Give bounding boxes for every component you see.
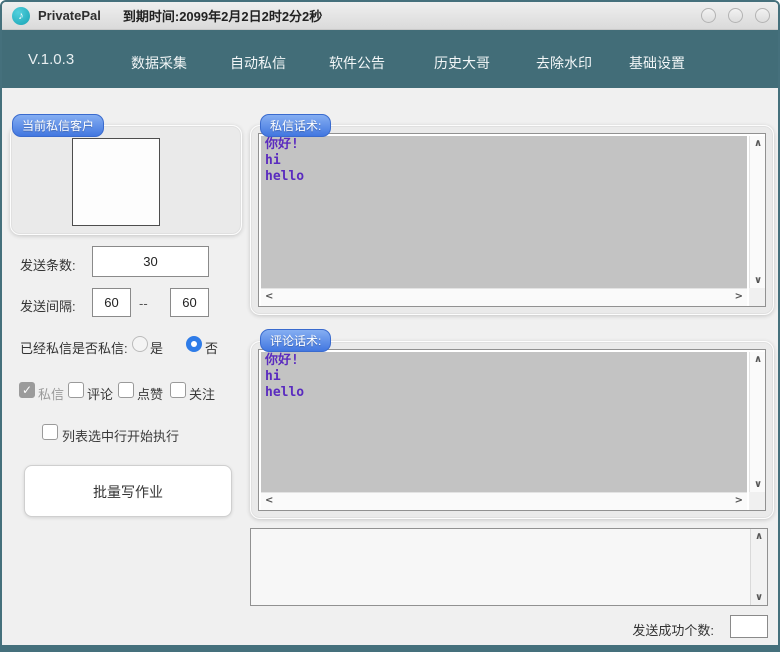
comment-script-line: 你好! (265, 353, 743, 369)
checkbox-start-from-selected-row[interactable] (42, 424, 58, 440)
version-label: V.1.0.3 (28, 51, 74, 68)
comment-script-line: hi (265, 369, 743, 385)
interval-max-input[interactable] (170, 288, 209, 317)
app-logo-icon: ♪ (12, 7, 30, 25)
app-title: PrivatePal (38, 8, 101, 23)
radio-no[interactable] (186, 336, 202, 352)
scrollbar-corner (749, 288, 765, 306)
expiry-time-label: 到期时间:2099年2月2日2时2分2秒 (123, 6, 322, 25)
log-list-box[interactable]: ∧ ∨ (250, 528, 768, 606)
success-count-label: 发送成功个数: (602, 620, 714, 639)
scroll-down-icon[interactable]: ∨ (754, 275, 762, 286)
tab-remove-watermark[interactable]: 去除水印 (518, 50, 610, 76)
title-bar: ♪ PrivatePal 到期时间:2099年2月2日2时2分2秒 (2, 2, 778, 30)
dm-script-line: hello (265, 169, 743, 185)
log-vertical-scrollbar[interactable]: ∧ ∨ (750, 529, 767, 605)
window-controls (701, 8, 770, 23)
tab-data-collection[interactable]: 数据采集 (113, 50, 205, 76)
scroll-up-icon[interactable]: ∧ (754, 354, 762, 365)
comment-script-line: hello (265, 385, 743, 401)
checkbox-start-from-selected-row-label[interactable]: 列表选中行开始执行 (62, 426, 179, 445)
send-count-input[interactable] (92, 246, 209, 277)
current-client-badge: 当前私信客户 (12, 114, 104, 137)
checkbox-comment[interactable] (68, 382, 84, 398)
radio-no-label[interactable]: 否 (205, 338, 218, 357)
scrollbar-corner (749, 492, 765, 510)
checkbox-dm[interactable]: ✓ (19, 382, 35, 398)
comment-horizontal-scrollbar[interactable]: < > (261, 492, 747, 510)
tab-basic-settings[interactable]: 基础设置 (611, 50, 703, 76)
minimize-button[interactable] (701, 8, 716, 23)
batch-write-button[interactable]: 批量写作业 (24, 465, 232, 517)
comment-script-textarea[interactable]: 你好! hi hello ∧ ∨ < > (258, 349, 766, 511)
scroll-right-icon[interactable]: > (735, 495, 743, 506)
comment-vertical-scrollbar[interactable]: ∧ ∨ (749, 352, 765, 492)
radio-yes[interactable] (132, 336, 148, 352)
close-button[interactable] (755, 8, 770, 23)
checkbox-follow-label[interactable]: 关注 (189, 384, 215, 403)
dm-script-textarea[interactable]: 你好! hi hello ∧ ∨ < > (258, 133, 766, 307)
success-count-input[interactable] (730, 615, 768, 638)
dm-script-badge: 私信话术: (260, 114, 331, 137)
client-avatar-placeholder (72, 138, 160, 226)
scroll-left-icon[interactable]: < (265, 291, 273, 302)
send-count-label: 发送条数: (20, 255, 76, 274)
dm-script-line: hi (265, 153, 743, 169)
comment-script-badge: 评论话术: (260, 329, 331, 352)
app-window: ♪ PrivatePal 到期时间:2099年2月2日2时2分2秒 V.1.0.… (0, 0, 780, 652)
scroll-up-icon[interactable]: ∧ (754, 138, 762, 149)
checkbox-like-label[interactable]: 点赞 (137, 384, 163, 403)
scroll-down-icon[interactable]: ∨ (755, 592, 763, 603)
radio-yes-label[interactable]: 是 (150, 338, 163, 357)
scroll-right-icon[interactable]: > (735, 291, 743, 302)
dm-horizontal-scrollbar[interactable]: < > (261, 288, 747, 306)
checkbox-follow[interactable] (170, 382, 186, 398)
maximize-button[interactable] (728, 8, 743, 23)
tab-announcement[interactable]: 软件公告 (311, 50, 403, 76)
tab-auto-dm[interactable]: 自动私信 (212, 50, 304, 76)
checkbox-like[interactable] (118, 382, 134, 398)
dm-vertical-scrollbar[interactable]: ∧ ∨ (749, 136, 765, 288)
dm-script-text[interactable]: 你好! hi hello (261, 136, 747, 288)
scroll-left-icon[interactable]: < (265, 495, 273, 506)
send-interval-label: 发送间隔: (20, 296, 76, 315)
scroll-down-icon[interactable]: ∨ (754, 479, 762, 490)
scroll-up-icon[interactable]: ∧ (755, 531, 763, 542)
resend-question-label: 已经私信是否私信: (20, 338, 128, 357)
dm-script-line: 你好! (265, 137, 743, 153)
checkbox-comment-label[interactable]: 评论 (87, 384, 113, 403)
main-area: 当前私信客户 发送条数: 发送间隔: -- 已经私信是否私信: 是 否 ✓ 私信… (2, 88, 778, 645)
checkbox-dm-label[interactable]: 私信 (38, 384, 64, 403)
interval-min-input[interactable] (92, 288, 131, 317)
comment-script-text[interactable]: 你好! hi hello (261, 352, 747, 492)
tab-history[interactable]: 历史大哥 (416, 50, 508, 76)
nav-bar: V.1.0.3 数据采集 自动私信 软件公告 历史大哥 去除水印 基础设置 (2, 30, 778, 88)
interval-separator: -- (139, 296, 148, 311)
